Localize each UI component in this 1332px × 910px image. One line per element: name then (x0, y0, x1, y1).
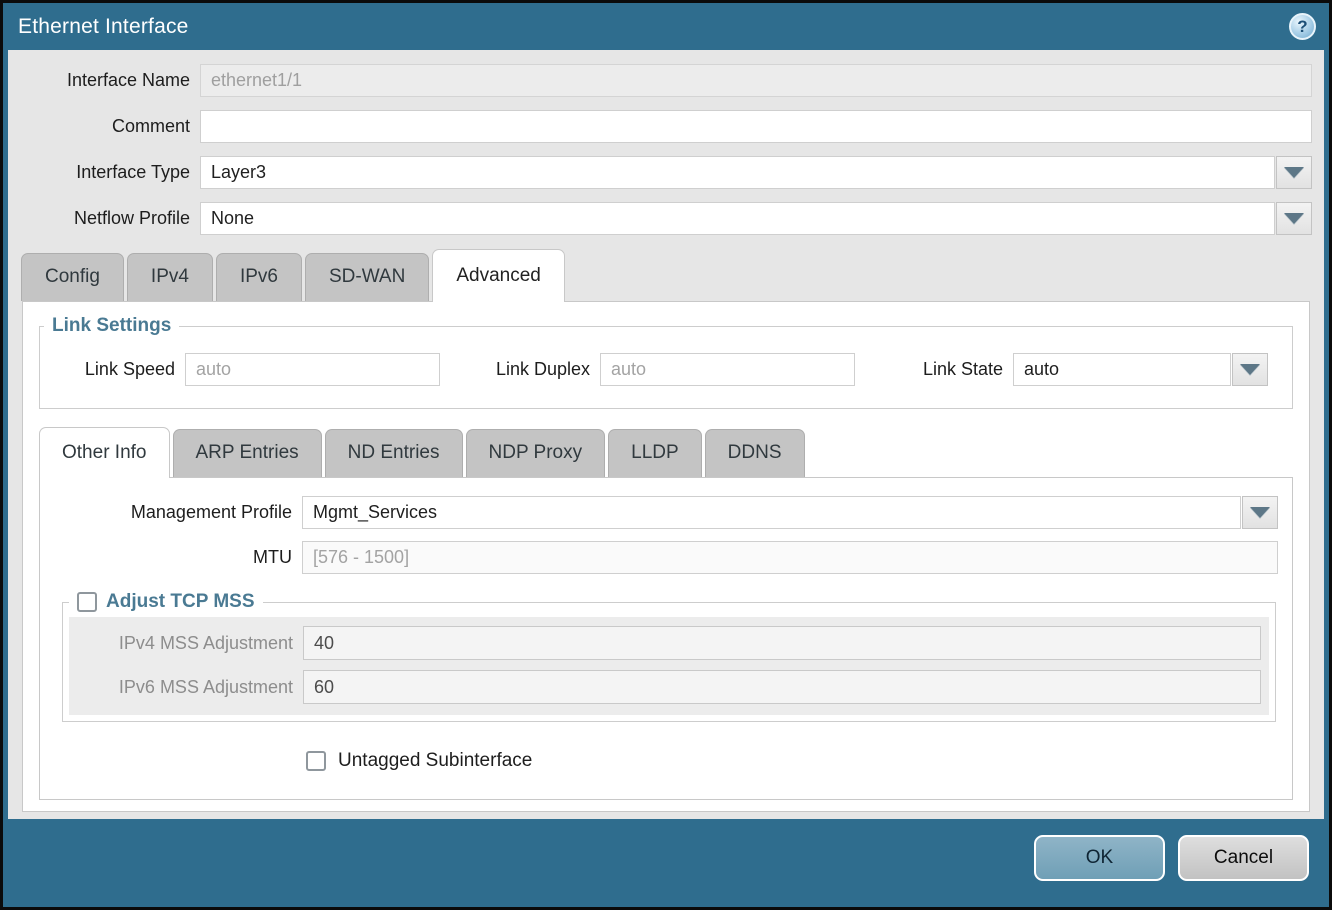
link-settings-fieldset: Link Settings Link Speed Link Duplex (39, 315, 1293, 409)
untagged-subinterface-checkbox[interactable] (306, 751, 326, 771)
mtu-row: MTU (40, 541, 1278, 574)
mss-fields-area: IPv4 MSS Adjustment IPv6 MSS Adjustment (69, 617, 1269, 715)
untagged-subinterface-row: Untagged Subinterface (306, 750, 1278, 772)
interface-type-select[interactable]: Layer3 (200, 156, 1312, 189)
dialog-titlebar: Ethernet Interface ? (8, 3, 1324, 50)
adjust-tcp-mss-checkbox[interactable] (77, 592, 97, 612)
chevron-down-icon (1250, 507, 1270, 518)
interface-type-value[interactable]: Layer3 (200, 156, 1275, 189)
subtab-ndp-proxy[interactable]: NDP Proxy (466, 429, 606, 477)
dialog-title: Ethernet Interface (18, 15, 189, 39)
netflow-profile-row: Netflow Profile None (8, 202, 1312, 235)
interface-type-row: Interface Type Layer3 (8, 156, 1312, 189)
comment-label: Comment (8, 116, 200, 137)
subtab-lldp[interactable]: LLDP (608, 429, 702, 477)
management-profile-row: Management Profile Mgmt_Services (40, 496, 1278, 529)
netflow-profile-label: Netflow Profile (8, 208, 200, 229)
dialog-footer: OK Cancel (8, 819, 1324, 903)
management-profile-value[interactable]: Mgmt_Services (302, 496, 1241, 529)
interface-name-input (200, 64, 1312, 97)
link-state-group: Link State auto (885, 353, 1268, 386)
help-icon[interactable]: ? (1289, 13, 1316, 40)
chevron-down-icon (1240, 364, 1260, 375)
ipv4-mss-input (303, 626, 1261, 660)
link-settings-legend: Link Settings (44, 315, 179, 337)
link-state-dropdown-button[interactable] (1232, 353, 1268, 386)
adjust-tcp-mss-fieldset: Adjust TCP MSS IPv4 MSS Adjustment IPv6 … (62, 591, 1276, 722)
dialog-body: Interface Name Comment Interface Type La… (8, 50, 1324, 819)
management-profile-select[interactable]: Mgmt_Services (302, 496, 1278, 529)
link-state-value[interactable]: auto (1013, 353, 1231, 386)
ethernet-interface-dialog: Ethernet Interface ? Interface Name Comm… (3, 3, 1329, 907)
ipv6-mss-input (303, 670, 1261, 704)
ok-button[interactable]: OK (1034, 835, 1165, 881)
advanced-tab-panel: Link Settings Link Speed Link Duplex (22, 301, 1310, 812)
link-duplex-group: Link Duplex (470, 353, 855, 386)
link-speed-label: Link Speed (40, 359, 185, 380)
subtab-ddns[interactable]: DDNS (705, 429, 805, 477)
ipv4-mss-row: IPv4 MSS Adjustment (69, 626, 1261, 660)
interface-type-dropdown-button[interactable] (1276, 156, 1312, 189)
cancel-button[interactable]: Cancel (1178, 835, 1309, 881)
link-state-label: Link State (885, 359, 1013, 380)
other-info-panel: Management Profile Mgmt_Services MTU (39, 477, 1293, 800)
netflow-profile-select[interactable]: None (200, 202, 1312, 235)
ipv4-mss-label: IPv4 MSS Adjustment (69, 633, 303, 654)
mtu-input[interactable] (302, 541, 1278, 574)
ethernet-interface-dialog-screen: Ethernet Interface ? Interface Name Comm… (0, 0, 1332, 910)
chevron-down-icon (1284, 213, 1304, 224)
ipv6-mss-label: IPv6 MSS Adjustment (69, 677, 303, 698)
tab-sd-wan[interactable]: SD-WAN (305, 253, 429, 301)
tab-ipv4[interactable]: IPv4 (127, 253, 213, 301)
subtab-other-info[interactable]: Other Info (39, 427, 170, 478)
tab-ipv6[interactable]: IPv6 (216, 253, 302, 301)
management-profile-dropdown-button[interactable] (1242, 496, 1278, 529)
management-profile-label: Management Profile (40, 502, 302, 523)
chevron-down-icon (1284, 167, 1304, 178)
link-speed-input[interactable] (185, 353, 440, 386)
interface-name-row: Interface Name (8, 64, 1312, 97)
main-tabstrip: Config IPv4 IPv6 SD-WAN Advanced (8, 248, 1324, 301)
link-duplex-label: Link Duplex (470, 359, 600, 380)
link-settings-row: Link Speed Link Duplex Lin (40, 343, 1282, 394)
sub-tabstrip: Other Info ARP Entries ND Entries NDP Pr… (39, 426, 1293, 477)
comment-row: Comment (8, 110, 1312, 143)
mtu-label: MTU (40, 547, 302, 568)
tab-advanced[interactable]: Advanced (432, 249, 565, 302)
ipv6-mss-row: IPv6 MSS Adjustment (69, 670, 1261, 704)
netflow-profile-value[interactable]: None (200, 202, 1275, 235)
link-speed-group: Link Speed (40, 353, 440, 386)
tab-config[interactable]: Config (21, 253, 124, 301)
comment-input[interactable] (200, 110, 1312, 143)
adjust-tcp-mss-legend: Adjust TCP MSS (106, 591, 255, 613)
link-duplex-input[interactable] (600, 353, 855, 386)
netflow-profile-dropdown-button[interactable] (1276, 202, 1312, 235)
interface-name-label: Interface Name (8, 70, 200, 91)
untagged-subinterface-label: Untagged Subinterface (338, 750, 532, 772)
subtab-nd-entries[interactable]: ND Entries (325, 429, 463, 477)
subtab-arp-entries[interactable]: ARP Entries (173, 429, 322, 477)
link-state-select[interactable]: auto (1013, 353, 1268, 386)
interface-type-label: Interface Type (8, 162, 200, 183)
